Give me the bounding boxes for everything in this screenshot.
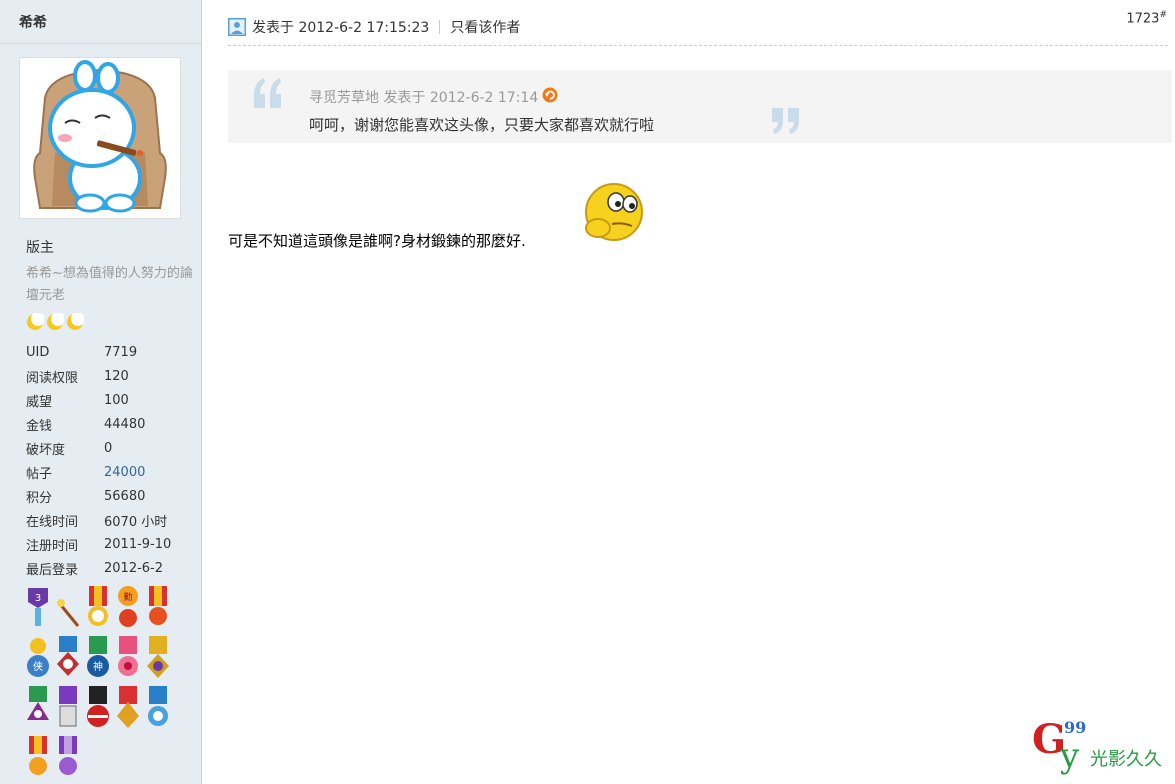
stat-value: 7719 xyxy=(104,344,138,360)
stat-value: 2011-9-10 xyxy=(104,536,172,552)
only-author-link[interactable]: 只看该作者 xyxy=(450,17,520,37)
quote-meta: 寻觅芳草地 发表于 2012-6-2 17:14 xyxy=(309,87,558,107)
medal-icon[interactable] xyxy=(116,636,140,680)
author-sidebar: 希希 版主 希希~想為值得的人努力的論壇元老 UID 7719 阅读权限 120… xyxy=(0,0,202,784)
stat-label: 破坏度 xyxy=(26,442,66,458)
stat-value: 6070 小时 xyxy=(104,514,168,530)
watermark-text: 光影久久 xyxy=(1090,749,1162,770)
stat-row: 积分 56680 xyxy=(26,484,171,508)
quote-block: 寻觅芳草地 发表于 2012-6-2 17:14 呵呵，谢谢您能喜欢这头像，只要… xyxy=(228,70,1172,143)
stat-row: 帖子 24000 xyxy=(26,460,171,484)
stat-label: 积分 xyxy=(26,490,53,506)
post-header: 发表于 2012-6-2 17:15:23 只看该作者 xyxy=(228,8,1168,46)
stat-row: 注册时间 2011-9-10 xyxy=(26,532,171,556)
moon-icon xyxy=(26,312,45,331)
medal-icon[interactable] xyxy=(146,636,170,680)
site-watermark-logo: G 99 y 光影久久 xyxy=(1030,715,1170,781)
stat-row: 阅读权限 120 xyxy=(26,364,171,388)
moon-icon xyxy=(66,312,85,331)
stat-label: UID xyxy=(26,344,50,360)
medal-icon[interactable] xyxy=(146,586,170,630)
medal-icon[interactable] xyxy=(26,686,50,730)
medal-icon[interactable]: 侠 xyxy=(26,636,50,680)
floor-mark: # xyxy=(1159,10,1167,20)
svg-text:3: 3 xyxy=(35,593,41,604)
stat-row: 最后登录 2012-6-2 xyxy=(26,556,171,580)
watermark-y: y xyxy=(1059,736,1080,776)
posts-count-link[interactable]: 24000 xyxy=(104,465,145,480)
goto-post-icon[interactable] xyxy=(542,87,558,107)
stat-value: 56680 xyxy=(104,488,146,504)
open-quote-icon xyxy=(250,74,286,114)
post-body: 可是不知道這頭像是誰啊?身材鍛鍊的那麼好. xyxy=(228,180,1128,260)
stat-value: 0 xyxy=(104,440,113,456)
svg-text:神: 神 xyxy=(93,660,103,673)
stat-label: 最后登录 xyxy=(26,562,79,578)
medal-icon[interactable] xyxy=(56,686,80,730)
medal-icon[interactable] xyxy=(86,586,110,630)
forum-post: 希希 版主 希希~想為值得的人努力的論壇元老 UID 7719 阅读权限 120… xyxy=(0,0,1175,784)
medal-icon[interactable] xyxy=(56,586,80,630)
close-quote-icon xyxy=(768,106,804,140)
stat-label: 帖子 xyxy=(26,466,53,482)
author-title: 希希~想為值得的人努力的論壇元老 xyxy=(26,266,193,303)
post-message: 可是不知道這頭像是誰啊?身材鍛鍊的那麼好. xyxy=(228,232,526,250)
stat-value: 2012-6-2 xyxy=(104,560,164,576)
svg-text:侠: 侠 xyxy=(33,660,43,673)
stat-label: 威望 xyxy=(26,394,53,410)
medal-icon[interactable] xyxy=(86,686,110,730)
stat-label: 注册时间 xyxy=(26,538,79,554)
stat-row: 在线时间 6070 小时 xyxy=(26,508,171,532)
stat-label: 阅读权限 xyxy=(26,370,79,386)
author-rank: 版主 xyxy=(26,240,54,256)
medal-icon[interactable] xyxy=(26,736,50,780)
stat-row: 金钱 44480 xyxy=(26,412,171,436)
medal-icon[interactable] xyxy=(116,686,140,730)
user-icon xyxy=(228,17,246,36)
divider xyxy=(439,19,441,34)
medal-icon[interactable] xyxy=(146,686,170,730)
watermark-num: 99 xyxy=(1064,718,1086,737)
stat-label: 金钱 xyxy=(26,418,53,434)
medal-icon[interactable] xyxy=(56,636,80,680)
floor-number[interactable]: 1723# xyxy=(1126,10,1167,26)
stat-row: 破坏度 0 xyxy=(26,436,171,460)
author-stats: UID 7719 阅读权限 120 威望 100 金钱 44480 破坏度 0 帖子 240… xyxy=(26,340,171,580)
level-moons xyxy=(26,312,85,331)
moon-icon xyxy=(46,312,65,331)
stat-row: UID 7719 xyxy=(26,340,171,364)
author-name[interactable]: 希希 xyxy=(0,0,201,44)
svg-text:勤: 勤 xyxy=(123,591,132,603)
quote-text: 呵呵，谢谢您能喜欢这头像，只要大家都喜欢就行啦 xyxy=(309,116,655,134)
medal-icon[interactable]: 3 xyxy=(26,586,50,630)
medal-icon[interactable] xyxy=(56,736,80,780)
quote-author-time: 寻觅芳草地 发表于 2012-6-2 17:14 xyxy=(309,90,539,106)
floor-value: 1723 xyxy=(1126,11,1160,27)
stat-value: 100 xyxy=(104,392,129,408)
medal-list: 3 勤 侠 神 xyxy=(26,586,191,784)
medal-icon[interactable]: 神 xyxy=(86,636,110,680)
thinking-smiley-icon xyxy=(582,180,646,250)
medal-icon[interactable]: 勤 xyxy=(116,586,140,630)
stat-row: 威望 100 xyxy=(26,388,171,412)
avatar[interactable] xyxy=(19,57,181,219)
stat-label: 在线时间 xyxy=(26,514,79,530)
post-time: 发表于 2012-6-2 17:15:23 xyxy=(252,19,430,36)
stat-value: 120 xyxy=(104,368,129,384)
stat-value: 44480 xyxy=(104,416,146,432)
